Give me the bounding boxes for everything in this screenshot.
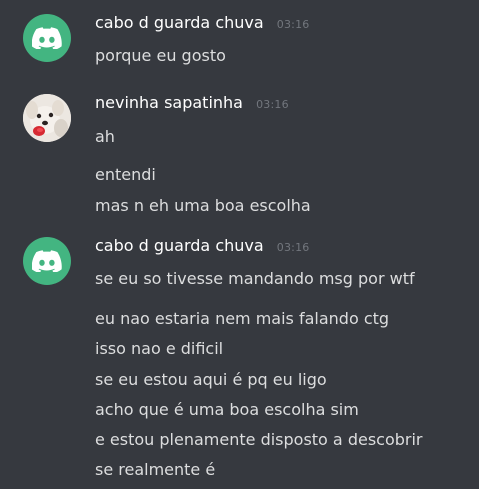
username[interactable]: nevinha sapatinha	[95, 93, 243, 112]
message-line: mas n eh uma boa escolha	[95, 196, 311, 215]
message-line: isso nao e dificil	[95, 339, 224, 358]
username[interactable]: cabo d guarda chuva	[95, 13, 264, 32]
message-line: e estou plenamente disposto a descobrir	[95, 430, 423, 449]
discord-logo-icon	[32, 27, 62, 49]
message-line: eu nao estaria nem mais falando ctg	[95, 309, 390, 328]
avatar[interactable]	[23, 14, 71, 62]
username[interactable]: cabo d guarda chuva	[95, 236, 264, 255]
timestamp[interactable]: 03:16	[256, 98, 289, 111]
message-line: entendi	[95, 165, 156, 184]
message-line: se eu estou aqui é pq eu ligo	[95, 370, 327, 389]
message-line: se realmente é	[95, 460, 216, 479]
message-line: acho que é uma boa escolha sim	[95, 400, 359, 419]
avatar[interactable]	[23, 237, 71, 285]
message-line: porque eu gosto	[95, 46, 226, 65]
timestamp[interactable]: 03:16	[277, 18, 310, 31]
message-line: se eu so tivesse mandando msg por wtf	[95, 269, 415, 288]
avatar[interactable]	[23, 94, 71, 142]
timestamp[interactable]: 03:16	[277, 241, 310, 254]
discord-logo-icon	[32, 250, 62, 272]
message-line: ah	[95, 127, 115, 146]
dog-photo	[23, 94, 71, 142]
